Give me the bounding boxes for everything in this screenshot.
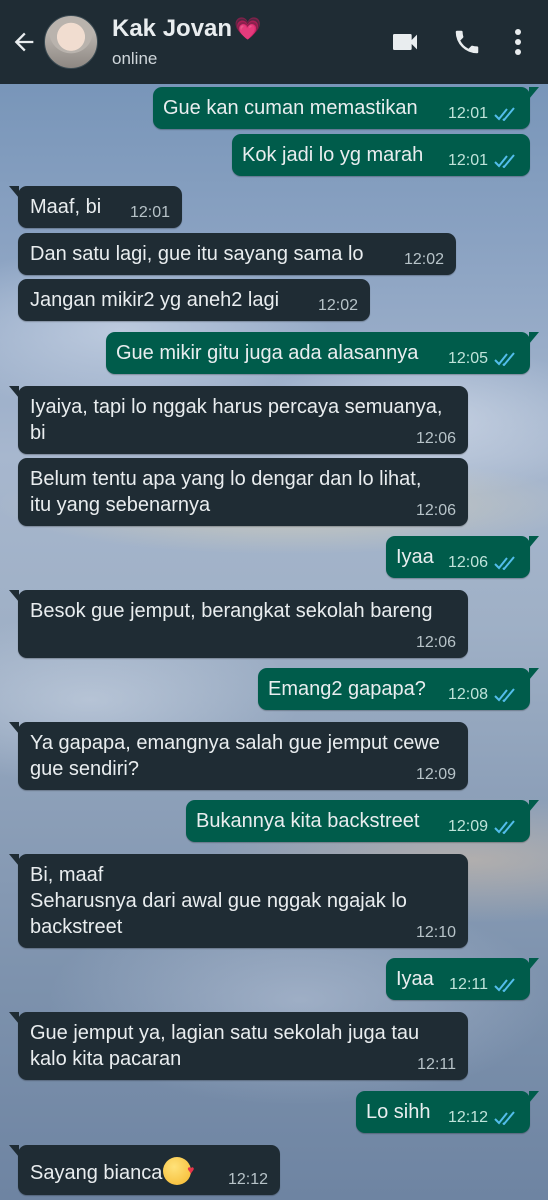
- message-text: Sayang bianca: [30, 1162, 163, 1184]
- read-double-check-icon: [494, 1111, 515, 1125]
- message-bubble-outgoing[interactable]: Gue mikir gitu juga ada alasannya 12:05: [106, 332, 539, 374]
- message-bubble-incoming[interactable]: Dan satu lagi, gue itu sayang sama lo 12…: [18, 233, 456, 275]
- read-double-check-icon: [494, 820, 515, 834]
- message-time: 12:10: [415, 924, 456, 941]
- message-time: 12:09: [415, 766, 456, 783]
- message-time: 12:06: [415, 430, 456, 447]
- message-bubble-incoming[interactable]: Belum tentu apa yang lo dengar dan lo li…: [18, 458, 468, 526]
- message-text: Lo sihh: [366, 1101, 431, 1123]
- chat-header: Kak Jovan 💗 online: [0, 0, 548, 84]
- message-bubble-outgoing[interactable]: Iyaa 12:11: [386, 958, 539, 1000]
- message-time: 12:08: [447, 686, 488, 703]
- read-double-check-icon: [494, 107, 515, 121]
- message-time: 12:06: [415, 634, 456, 651]
- more-vertical-icon: [515, 29, 521, 55]
- message-text: Gue jemput ya, lagian satu sekolah juga …: [30, 1022, 420, 1070]
- read-double-check-icon: [494, 352, 515, 366]
- back-button[interactable]: [4, 0, 44, 84]
- video-call-button[interactable]: [374, 12, 436, 72]
- message-text: Kok jadi lo yg marah: [242, 144, 424, 166]
- message-text: Dan satu lagi, gue itu sayang sama lo: [30, 243, 364, 265]
- message-time: 12:01: [447, 105, 488, 122]
- message-bubble-incoming[interactable]: Bi, maaf Seharusnya dari awal gue nggak …: [9, 854, 468, 948]
- message-time: 12:11: [449, 976, 488, 993]
- message-bubble-outgoing[interactable]: Bukannya kita backstreet 12:09: [186, 800, 539, 842]
- message-bubble-incoming[interactable]: Sayang bianca 12:12: [9, 1145, 280, 1195]
- message-bubble-outgoing[interactable]: Gue kan cuman memastikan 12:01: [153, 87, 539, 129]
- message-bubble-outgoing[interactable]: Iyaa 12:06: [386, 536, 539, 578]
- message-bubble-incoming[interactable]: Jangan mikir2 yg aneh2 lagi 12:02: [18, 279, 370, 321]
- message-text: Iyaa: [396, 546, 434, 568]
- message-text: Besok gue jemput, berangkat sekolah bare…: [30, 600, 433, 622]
- contact-name: Kak Jovan: [112, 15, 233, 42]
- message-bubble-outgoing[interactable]: Lo sihh 12:12: [356, 1091, 539, 1133]
- contact-avatar[interactable]: [44, 15, 98, 69]
- message-text: Bukannya kita backstreet: [196, 810, 420, 832]
- message-bubble-incoming[interactable]: Ya gapapa, emangnya salah gue jemput cew…: [9, 722, 468, 790]
- message-text: Belum tentu apa yang lo dengar dan lo li…: [30, 468, 422, 516]
- video-camera-icon: [393, 34, 417, 50]
- message-bubble-incoming[interactable]: Gue jemput ya, lagian satu sekolah juga …: [9, 1012, 468, 1080]
- message-time: 12:06: [447, 554, 488, 571]
- read-double-check-icon: [494, 978, 515, 992]
- message-bubble-outgoing[interactable]: Kok jadi lo yg marah 12:01: [232, 134, 530, 176]
- read-double-check-icon: [494, 688, 515, 702]
- message-text: Ya gapapa, emangnya salah gue jemput cew…: [30, 732, 440, 780]
- heart-emoji-icon: 💗: [234, 16, 262, 41]
- message-time: 12:02: [317, 297, 358, 314]
- message-time: 12:02: [403, 251, 444, 268]
- message-time: 12:09: [447, 818, 488, 835]
- kiss-emoji-icon: [163, 1157, 194, 1185]
- message-bubble-incoming[interactable]: Besok gue jemput, berangkat sekolah bare…: [9, 590, 468, 658]
- voice-call-button[interactable]: [436, 12, 498, 72]
- message-text: Emang2 gapapa?: [268, 678, 426, 700]
- more-options-button[interactable]: [498, 12, 538, 72]
- read-double-check-icon: [494, 556, 515, 570]
- read-double-check-icon: [494, 154, 515, 168]
- message-text: Maaf, bi: [30, 196, 102, 218]
- message-bubble-outgoing[interactable]: Emang2 gapapa? 12:08: [258, 668, 539, 710]
- message-time: 12:05: [447, 350, 488, 367]
- message-text: Iyaa: [396, 968, 434, 990]
- contact-info[interactable]: Kak Jovan 💗 online: [112, 15, 374, 69]
- message-text: Jangan mikir2 yg aneh2 lagi: [30, 289, 280, 311]
- back-arrow-icon: [14, 32, 34, 52]
- message-text: Iyaiya, tapi lo nggak harus percaya semu…: [30, 396, 443, 444]
- message-bubble-incoming[interactable]: Iyaiya, tapi lo nggak harus percaya semu…: [9, 386, 468, 454]
- message-bubble-incoming[interactable]: Maaf, bi 12:01: [9, 186, 182, 228]
- message-text: Gue mikir gitu juga ada alasannya: [116, 342, 419, 364]
- message-time: 12:01: [129, 204, 170, 221]
- message-time: 12:12: [447, 1109, 488, 1126]
- message-time: 12:12: [227, 1171, 268, 1188]
- message-text: Bi, maaf Seharusnya dari awal gue nggak …: [30, 864, 407, 938]
- message-time: 12:06: [415, 502, 456, 519]
- contact-status: online: [112, 49, 158, 68]
- message-text: Gue kan cuman memastikan: [163, 97, 418, 119]
- message-time: 12:01: [447, 152, 488, 169]
- message-time: 12:11: [417, 1056, 456, 1073]
- phone-icon: [455, 30, 479, 54]
